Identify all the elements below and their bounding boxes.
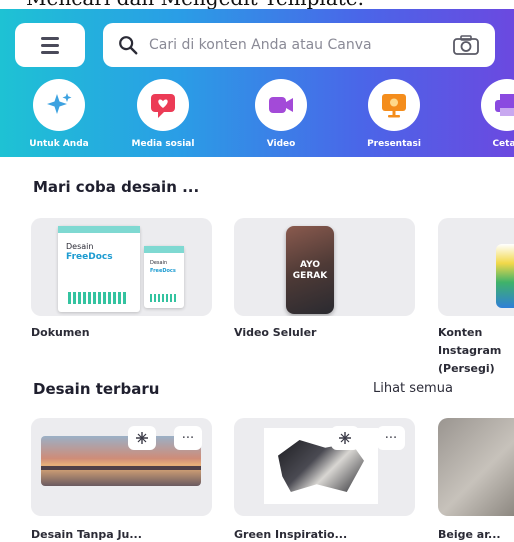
star-badge[interactable]	[128, 426, 156, 450]
doc-mini-bars	[150, 294, 178, 302]
menu-button[interactable]	[15, 23, 85, 67]
category-icon-circle	[33, 79, 85, 131]
video-camera-icon	[269, 97, 293, 113]
more-icon: ···	[181, 430, 195, 446]
more-options-button[interactable]: ···	[377, 426, 405, 450]
more-options-button[interactable]: ···	[174, 426, 202, 450]
more-icon: ···	[384, 430, 398, 446]
hamburger-line	[41, 36, 59, 40]
doc-preview-subtitle: FreeDocs	[66, 252, 113, 262]
design-card-dokumen[interactable]: Desain FreeDocs Desain FreeDocs	[31, 218, 212, 316]
document-preview: Desain FreeDocs	[58, 226, 140, 312]
recent-card[interactable]	[438, 418, 514, 516]
category-label: Untuk Anda	[29, 139, 89, 149]
section-title-recent: Desain terbaru	[33, 380, 160, 398]
recent-card[interactable]: ···	[234, 418, 415, 516]
category-label: Media sosial	[131, 139, 195, 149]
category-cetak[interactable]: Cetak	[452, 73, 514, 157]
doc-mini-subtitle: FreeDocs	[150, 268, 176, 274]
camera-icon[interactable]	[451, 34, 481, 56]
collage-thumbnail	[264, 428, 378, 504]
doc-band	[144, 246, 184, 253]
doc-chart-bars	[68, 292, 128, 304]
doc-band	[58, 226, 140, 233]
print-icon	[495, 94, 514, 116]
instagram-preview	[496, 244, 514, 308]
hero-header: Cari di konten Anda atau Canva Untuk And…	[0, 9, 514, 157]
category-media-sosial[interactable]: Media sosial	[108, 73, 218, 157]
design-card-label: Konten Instagram (Persegi)	[438, 326, 502, 375]
heart-message-icon	[151, 94, 175, 118]
recent-card-label: Beige ar...	[438, 528, 501, 541]
doc-mini-title: Desain	[150, 260, 168, 266]
category-presentasi[interactable]: Presentasi	[339, 73, 449, 157]
hamburger-line	[41, 50, 59, 54]
see-all-link[interactable]: Lihat semua	[373, 381, 453, 396]
star-icon	[339, 432, 351, 444]
star-icon	[136, 432, 148, 444]
beige-thumbnail	[438, 418, 514, 516]
design-card-label: Dokumen	[31, 326, 90, 339]
category-icon-circle	[481, 79, 514, 131]
presentation-icon	[382, 94, 406, 118]
recent-card[interactable]: ···	[31, 418, 212, 516]
category-icon-circle	[368, 79, 420, 131]
category-row: Untuk Anda Media sosial Video Presentasi…	[0, 73, 514, 157]
category-video[interactable]: Video	[226, 73, 336, 157]
video-preview-text: AYO GERAK	[286, 260, 334, 282]
category-icon-circle	[137, 79, 189, 131]
phone-video-preview: AYO GERAK	[286, 226, 334, 314]
section-title-try-design: Mari coba desain ...	[33, 178, 200, 196]
recent-card-label: Desain Tanpa Ju...	[31, 528, 142, 541]
category-label: Cetak	[492, 139, 514, 149]
category-label: Video	[266, 139, 296, 149]
video-preview-line2: GERAK	[292, 271, 328, 281]
doc-preview-title: Desain	[66, 242, 94, 251]
video-preview-line1: AYO	[300, 260, 320, 270]
category-label: Presentasi	[367, 139, 421, 149]
recent-card-label: Green Inspiratio...	[234, 528, 348, 541]
star-badge[interactable]	[331, 426, 359, 450]
design-card-label: Video Seluler	[234, 326, 317, 339]
search-input[interactable]: Cari di konten Anda atau Canva	[149, 37, 447, 53]
search-bar[interactable]: Cari di konten Anda atau Canva	[103, 23, 495, 67]
horizon-line	[41, 466, 201, 470]
document-preview-small: Desain FreeDocs	[144, 246, 184, 308]
hamburger-line	[41, 43, 59, 47]
page-caption: Mencari dan Mengedit Template.	[0, 0, 514, 9]
sparkle-icon	[47, 93, 72, 114]
category-icon-circle	[255, 79, 307, 131]
search-icon	[119, 36, 138, 55]
category-untuk-anda[interactable]: Untuk Anda	[4, 73, 114, 157]
design-card-instagram[interactable]	[438, 218, 514, 316]
design-card-video-seluler[interactable]: AYO GERAK	[234, 218, 415, 316]
